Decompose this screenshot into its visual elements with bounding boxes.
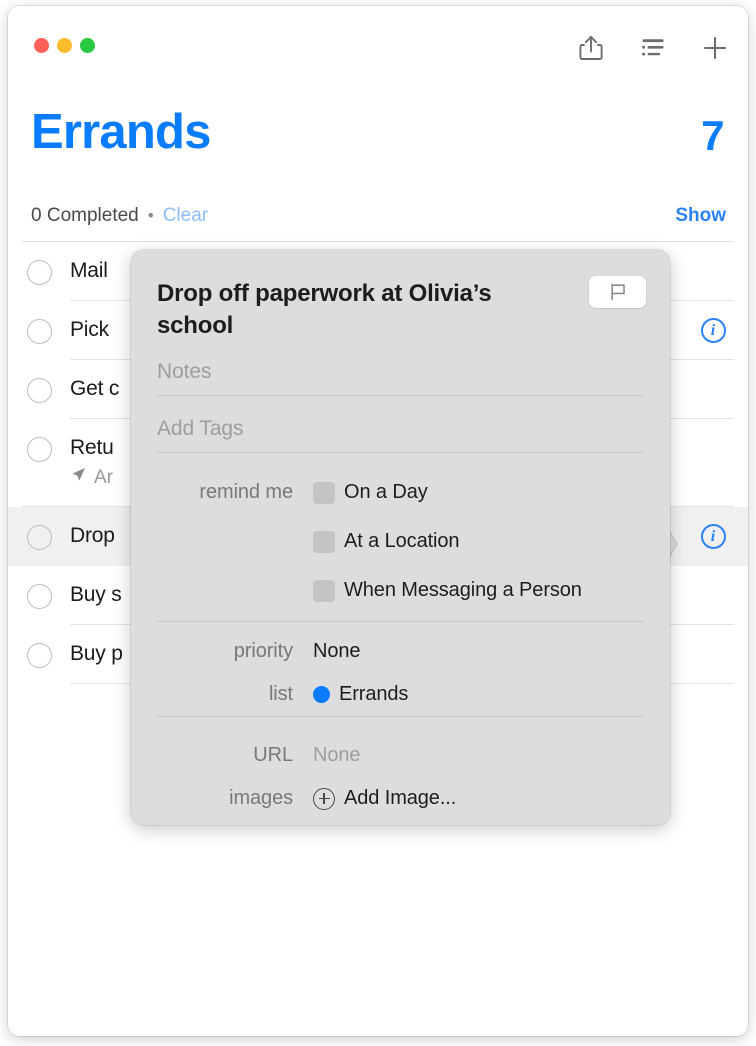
traffic-lights xyxy=(34,38,95,53)
popover-divider xyxy=(157,452,644,453)
remind-when-messaging-value[interactable]: When Messaging a Person xyxy=(313,579,582,602)
tags-input[interactable]: Add Tags xyxy=(157,417,644,441)
new-reminder-button[interactable] xyxy=(700,32,730,64)
page-title: Errands xyxy=(31,105,211,159)
url-label: URL xyxy=(253,744,293,766)
when-messaging-label: When Messaging a Person xyxy=(344,579,582,601)
list-name: Errands xyxy=(339,683,409,705)
titlebar xyxy=(8,6,748,90)
reminder-count-badge: 7 xyxy=(701,112,724,159)
row-info-slot: i xyxy=(678,507,748,549)
priority-row: priority None xyxy=(157,640,644,663)
popover-divider xyxy=(157,716,644,717)
remind-on-a-day-row: remind me On a Day xyxy=(157,481,644,504)
checkbox-circle-icon xyxy=(26,643,52,668)
clear-completed-button[interactable]: Clear xyxy=(163,205,208,227)
plus-icon xyxy=(703,36,727,60)
add-image-button[interactable]: Add Image... xyxy=(313,787,456,810)
add-image-label: Add Image... xyxy=(344,787,457,809)
flag-button[interactable] xyxy=(589,276,646,308)
share-button[interactable] xyxy=(576,32,606,64)
url-value[interactable]: None xyxy=(313,744,361,767)
row-info-slot xyxy=(678,625,748,642)
info-icon[interactable]: i xyxy=(700,318,726,343)
list-row: list Errands xyxy=(157,683,644,706)
row-info-slot xyxy=(678,242,748,259)
checkbox-circle-icon xyxy=(26,319,52,344)
remind-me-label: remind me xyxy=(199,481,293,503)
remind-at-location-row: At a Location xyxy=(157,530,644,553)
checkbox-circle-icon xyxy=(26,260,52,285)
zoom-button[interactable] xyxy=(80,38,95,53)
flag-icon xyxy=(610,283,625,301)
complete-toggle[interactable] xyxy=(8,360,70,403)
toolbar xyxy=(576,32,730,64)
completed-row: 0 Completed • Clear xyxy=(31,205,208,227)
complete-toggle[interactable] xyxy=(8,566,70,609)
sort-list-icon xyxy=(642,39,664,56)
location-text: Ar xyxy=(94,466,113,488)
completed-count-label: 0 Completed xyxy=(31,205,139,226)
info-icon[interactable]: i xyxy=(700,524,726,549)
popover-divider xyxy=(157,395,644,396)
checkbox-circle-icon xyxy=(26,378,52,403)
reminder-detail-popover: Drop off paperwork at Olivia’s school No… xyxy=(131,250,670,825)
popover-title[interactable]: Drop off paperwork at Olivia’s school xyxy=(157,278,565,341)
row-info-slot xyxy=(678,566,748,583)
checkbox-circle-icon xyxy=(26,525,52,550)
remind-when-messaging-row: When Messaging a Person xyxy=(157,579,644,602)
url-row: URL None xyxy=(157,744,644,767)
complete-toggle[interactable] xyxy=(8,242,70,285)
notes-input[interactable]: Notes xyxy=(157,360,644,384)
close-button[interactable] xyxy=(34,38,49,53)
remind-on-a-day-value[interactable]: On a Day xyxy=(313,481,428,504)
checkbox-at-a-location[interactable] xyxy=(313,530,335,553)
priority-value[interactable]: None xyxy=(313,640,361,663)
complete-toggle[interactable] xyxy=(8,625,70,668)
row-info-slot: i xyxy=(678,301,748,343)
view-options-button[interactable] xyxy=(638,32,668,64)
show-completed-button[interactable]: Show xyxy=(675,205,726,227)
images-label: images xyxy=(229,787,293,809)
location-arrow-icon xyxy=(70,466,87,489)
plus-circle-icon xyxy=(313,787,335,810)
minimize-button[interactable] xyxy=(57,38,72,53)
at-a-location-label: At a Location xyxy=(344,530,460,552)
on-a-day-label: On a Day xyxy=(344,481,428,503)
complete-toggle[interactable] xyxy=(8,507,70,550)
checkbox-circle-icon xyxy=(26,437,52,462)
row-info-slot xyxy=(678,419,748,436)
list-label: list xyxy=(268,683,293,705)
remind-at-location-value[interactable]: At a Location xyxy=(313,530,460,553)
checkbox-when-messaging[interactable] xyxy=(313,579,335,602)
share-icon xyxy=(579,35,603,60)
checkbox-circle-icon xyxy=(26,584,52,609)
checkbox-on-a-day[interactable] xyxy=(313,481,335,504)
complete-toggle[interactable] xyxy=(8,419,70,462)
list-header: Errands 7 0 Completed • Clear Show xyxy=(8,90,748,242)
bullet-separator: • xyxy=(147,206,154,225)
row-info-slot xyxy=(678,360,748,377)
list-color-dot-icon xyxy=(313,686,330,703)
reminders-window: Errands 7 0 Completed • Clear Show Mail … xyxy=(8,6,748,1036)
list-value[interactable]: Errands xyxy=(313,683,408,706)
priority-label: priority xyxy=(233,640,293,662)
complete-toggle[interactable] xyxy=(8,301,70,344)
popover-divider xyxy=(157,621,644,622)
images-row: images Add Image... xyxy=(157,787,644,810)
